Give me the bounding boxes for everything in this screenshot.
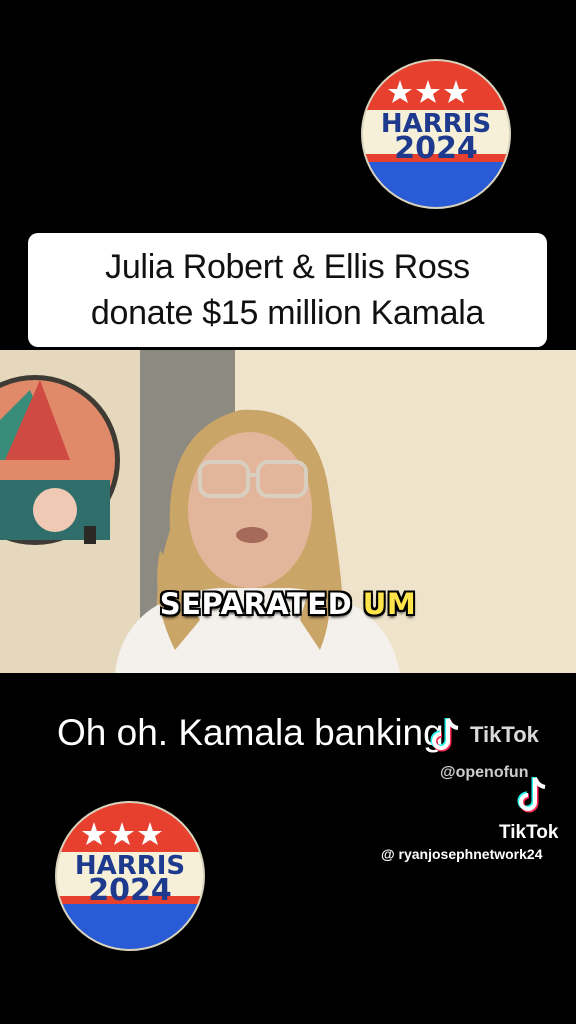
video-caption: SEPARATED UM	[0, 587, 576, 621]
harris-2024-badge-top: HARRIS 2024	[360, 58, 512, 210]
badge-year-text: 2024	[88, 873, 172, 908]
tiktok-logo-icon	[517, 777, 546, 813]
video-scene	[0, 350, 576, 673]
headline-line-1: Julia Robert & Ellis Ross	[105, 248, 470, 286]
headline-box: Julia Robert & Ellis Ross donate $15 mil…	[28, 233, 547, 347]
tiktok-watermark-brand: TikTok	[470, 722, 539, 747]
caption-highlight-word: UM	[362, 587, 417, 621]
video-frame[interactable]: SEPARATED UM	[0, 350, 576, 673]
overlay-comment-text: Oh oh. Kamala banking	[57, 712, 444, 753]
caption-word: SEPARATED	[159, 587, 353, 621]
tiktok-watermark-handle-2: @ ryanjosephnetwork24	[381, 846, 543, 862]
tiktok-logo-icon	[430, 718, 459, 752]
badge-year-text: 2024	[394, 131, 478, 166]
headline-line-2: donate $15 million Kamala	[90, 294, 485, 332]
harris-2024-badge-bottom: HARRIS 2024	[54, 800, 206, 952]
tiktok-watermark-brand-2: TikTok	[499, 822, 559, 843]
